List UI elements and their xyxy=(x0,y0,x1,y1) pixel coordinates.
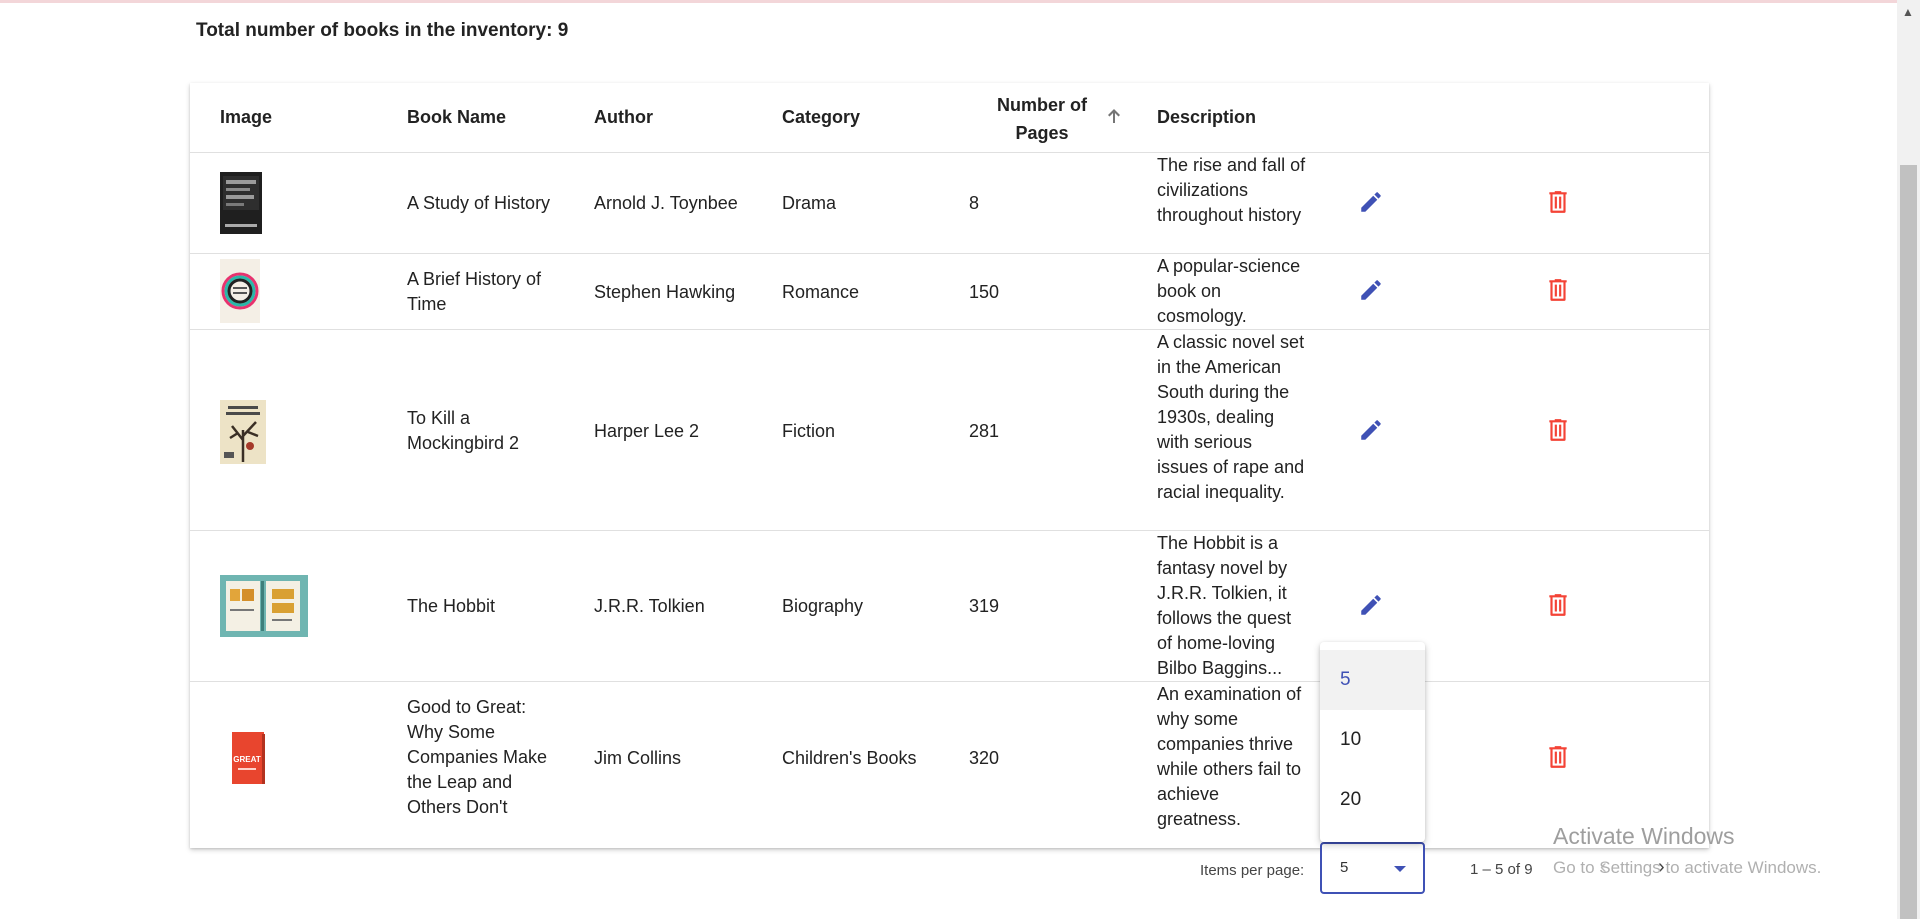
delete-button[interactable] xyxy=(1543,275,1573,305)
arrow-up-icon[interactable] xyxy=(1104,104,1124,128)
trash-icon xyxy=(1549,746,1567,768)
pencil-icon xyxy=(1361,420,1381,440)
pages: 8 xyxy=(969,193,980,213)
description: A popular-science book on cosmology. xyxy=(1157,256,1301,326)
header-image: Image xyxy=(220,107,273,127)
header-category[interactable]: Category xyxy=(782,107,860,128)
page-scrollbar[interactable]: ▲ xyxy=(1897,0,1920,919)
page-size-option-5[interactable]: 5 xyxy=(1320,650,1425,710)
table-row: GREAT Good to Great: Why Some Companies … xyxy=(190,682,1709,848)
page-size-option-20[interactable]: 20 xyxy=(1320,770,1425,830)
items-per-page-select[interactable]: 5 xyxy=(1320,842,1425,894)
items-per-page-value: 5 xyxy=(1340,859,1349,876)
book-cover-teal-icon xyxy=(220,575,308,637)
inventory-total: Total number of books in the inventory: … xyxy=(196,20,569,41)
header-pages-line2: Pages xyxy=(1015,123,1069,143)
author: Harper Lee 2 xyxy=(594,421,700,441)
book-name: Good to Great: Why Some Companies Make t… xyxy=(407,697,548,817)
table-row: To Kill a Mockingbird 2 Harper Lee 2 Fic… xyxy=(190,330,1709,531)
book-name: A Brief History of Time xyxy=(407,269,542,314)
table-row: A Study of History Arnold J. Toynbee Dra… xyxy=(190,153,1709,254)
author: J.R.R. Tolkien xyxy=(594,596,705,616)
trash-icon xyxy=(1549,279,1567,301)
activate-windows-subtitle: Go to Settings to activate Windows. xyxy=(1553,858,1822,877)
book-name: A Study of History xyxy=(407,193,551,213)
table-header: Image Book Name Author Category Number o… xyxy=(190,83,1709,153)
items-per-page-label: Items per page: xyxy=(1200,862,1305,879)
book-name: To Kill a Mockingbird 2 xyxy=(407,408,520,453)
page-size-dropdown: 5 10 20 xyxy=(1320,642,1425,842)
description: The Hobbit is a fantasy novel by J.R.R. … xyxy=(1157,533,1292,678)
author: Jim Collins xyxy=(594,748,682,768)
book-cover-text: GREAT xyxy=(233,755,261,764)
header-pages-line1: Number of xyxy=(997,95,1087,115)
book-cover-dark-icon xyxy=(220,172,262,234)
pencil-icon xyxy=(1361,192,1381,212)
book-name: The Hobbit xyxy=(407,596,496,616)
pages: 281 xyxy=(969,421,1000,441)
table-row: The Hobbit J.R.R. Tolkien Biography 319 … xyxy=(190,531,1709,682)
delete-button[interactable] xyxy=(1543,742,1573,772)
author: Stephen Hawking xyxy=(594,282,736,302)
edit-button[interactable] xyxy=(1356,187,1386,217)
category: Fiction xyxy=(782,421,836,441)
edit-button[interactable] xyxy=(1356,275,1386,305)
category: Children's Books xyxy=(782,748,917,768)
pencil-icon xyxy=(1361,595,1381,615)
chevron-up-icon[interactable]: ▲ xyxy=(1902,5,1914,19)
book-cover-red-icon: GREAT xyxy=(232,732,265,784)
page-size-option-10[interactable]: 10 xyxy=(1320,710,1425,770)
author: Arnold J. Toynbee xyxy=(594,193,738,213)
pages: 319 xyxy=(969,596,1000,616)
delete-button[interactable] xyxy=(1543,590,1573,620)
book-cover-rainbow-icon xyxy=(220,259,260,323)
activate-windows-title: Activate Windows xyxy=(1553,823,1735,849)
delete-button[interactable] xyxy=(1543,187,1573,217)
description: The rise and fall of civilizations throu… xyxy=(1157,155,1306,225)
book-cover-tree-icon xyxy=(220,400,266,464)
books-table: Image Book Name Author Category Number o… xyxy=(190,83,1709,848)
header-number-of-pages[interactable]: Number of Pages xyxy=(977,91,1107,147)
category: Romance xyxy=(782,282,860,302)
category: Drama xyxy=(782,193,837,213)
trash-icon xyxy=(1549,191,1567,213)
table-row: A Brief History of Time Stephen Hawking … xyxy=(190,254,1709,330)
header-book-name[interactable]: Book Name xyxy=(407,107,506,128)
trash-icon xyxy=(1549,594,1567,616)
header-author[interactable]: Author xyxy=(594,107,653,128)
description: A classic novel set in the American Sout… xyxy=(1157,332,1305,502)
header-description[interactable]: Description xyxy=(1157,107,1256,128)
pencil-icon xyxy=(1361,280,1381,300)
pages: 320 xyxy=(969,748,1000,768)
category: Biography xyxy=(782,596,864,616)
trash-icon xyxy=(1549,419,1567,441)
edit-button[interactable] xyxy=(1356,415,1386,445)
edit-button[interactable] xyxy=(1356,590,1386,620)
page-range-label: 1 – 5 of 9 xyxy=(1470,861,1533,878)
delete-button[interactable] xyxy=(1543,415,1573,445)
description: An examination of why some companies thr… xyxy=(1157,684,1302,829)
scrollbar-thumb[interactable] xyxy=(1900,165,1917,919)
chevron-down-icon xyxy=(1394,866,1406,872)
pages: 150 xyxy=(969,282,1000,302)
top-border xyxy=(0,0,1920,3)
